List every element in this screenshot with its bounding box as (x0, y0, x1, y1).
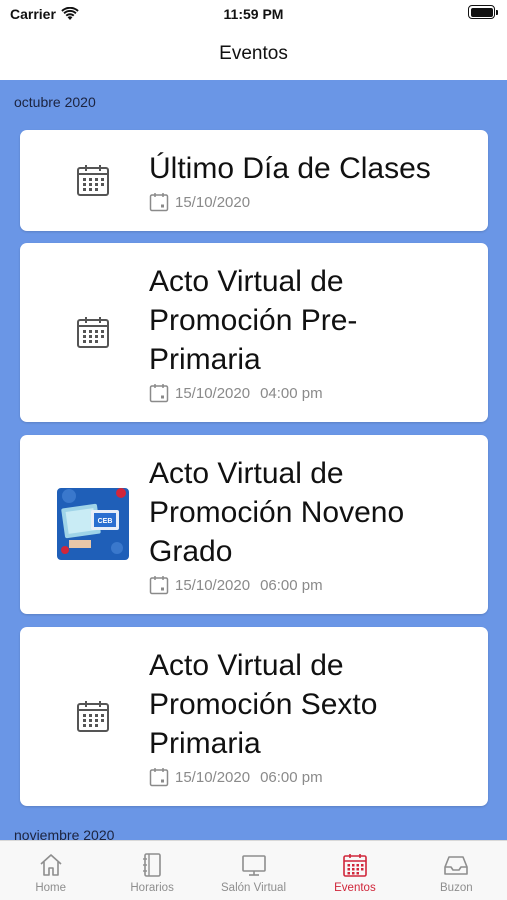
tab-salon-virtual[interactable]: Salón Virtual (203, 841, 304, 900)
tab-eventos[interactable]: Eventos (304, 841, 405, 900)
event-date-row: 15/10/2020 04:00 pm (149, 383, 323, 403)
battery-icon (468, 5, 498, 19)
calendar-icon (56, 163, 130, 197)
event-image-thumbnail: CEB (57, 488, 129, 560)
event-title: Último Día de Clases (149, 152, 431, 185)
home-icon (40, 854, 62, 876)
navigation-bar: Eventos (0, 28, 507, 80)
small-calendar-icon (149, 768, 169, 787)
tab-label: Horarios (130, 882, 174, 894)
event-card[interactable]: Acto Virtual de Promoción Pre-Primaria 1… (20, 243, 488, 422)
page-title: Eventos (219, 43, 288, 64)
tab-label: Home (35, 882, 67, 894)
event-date: 15/10/2020 (175, 384, 251, 402)
calendar-icon (56, 699, 130, 733)
tab-label: Buzon (440, 882, 473, 894)
event-date: 15/10/2020 (175, 576, 251, 594)
tab-horarios[interactable]: Horarios (101, 841, 202, 900)
notebook-icon (143, 853, 161, 877)
event-time: 04:00 pm (260, 384, 323, 402)
tab-label: Salón Virtual (221, 882, 287, 894)
monitor-icon (241, 855, 266, 876)
status-time: 11:59 PM (223, 6, 284, 22)
events-list[interactable]: octubre 2020 Último Día de Clases 15/10/… (0, 80, 507, 840)
event-title: Acto Virtual de Promoción Pre-Primaria (149, 265, 358, 376)
small-calendar-icon (149, 193, 169, 212)
small-calendar-icon (149, 384, 169, 403)
status-bar: Carrier 11:59 PM (0, 0, 507, 28)
event-card[interactable]: Último Día de Clases 15/10/2020 (20, 130, 488, 231)
event-date-row: 15/10/2020 (149, 192, 250, 212)
event-date-row: 15/10/2020 06:00 pm (149, 767, 323, 787)
thumbnail-logo-text: CEB (98, 518, 113, 525)
event-date: 15/10/2020 (175, 768, 251, 786)
event-date: 15/10/2020 (175, 193, 251, 211)
tab-buzon[interactable]: Buzon (406, 841, 507, 900)
event-date-row: 15/10/2020 06:00 pm (149, 575, 323, 595)
calendar-icon (343, 854, 367, 877)
small-calendar-icon (149, 576, 169, 595)
tab-bar: Home Horarios Salón Virtual Eventos Buzo… (0, 840, 507, 900)
event-time: 06:00 pm (260, 576, 323, 594)
tab-label: Eventos (334, 882, 376, 894)
event-title: Acto Virtual de Promoción Noveno Grado (149, 457, 405, 568)
event-card[interactable]: CEB Acto Virtual de Promoción Noveno Gra… (20, 435, 488, 614)
section-header-november: noviembre 2020 (14, 827, 115, 840)
calendar-icon (56, 315, 130, 349)
event-card[interactable]: Acto Virtual de Promoción Sexto Primaria… (20, 627, 488, 806)
tab-home[interactable]: Home (0, 841, 101, 900)
status-right (468, 5, 498, 19)
event-title: Acto Virtual de Promoción Sexto Primaria (149, 649, 378, 760)
inbox-icon (444, 856, 469, 875)
event-time: 06:00 pm (260, 768, 323, 786)
section-header-october: octubre 2020 (14, 94, 96, 110)
